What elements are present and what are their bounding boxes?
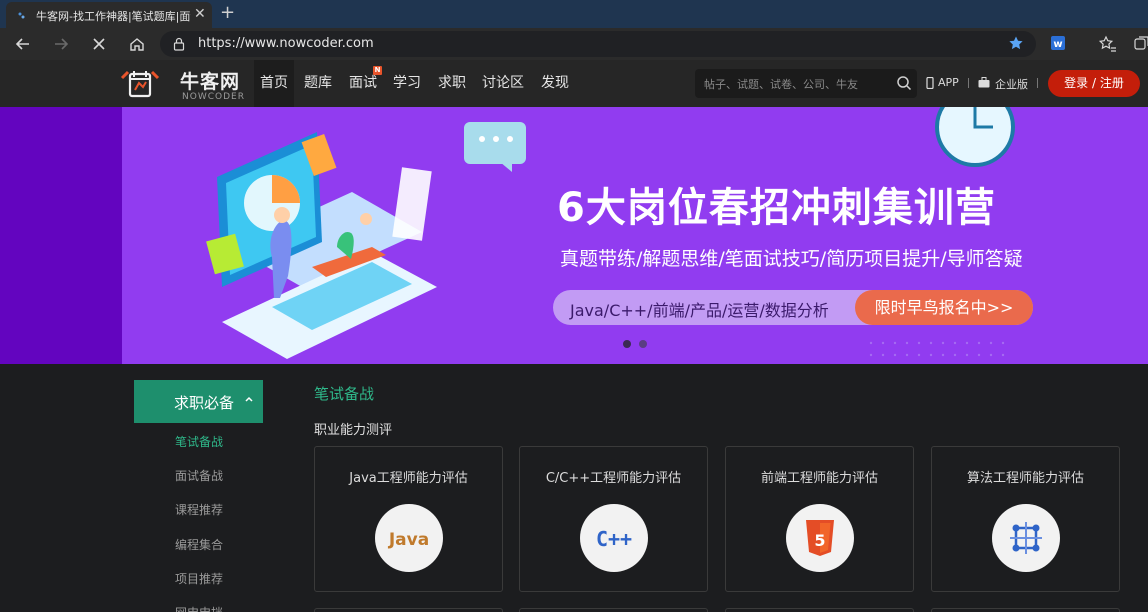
browser-toolbar: https://www.nowcoder.com w	[0, 28, 1148, 60]
nav-question-bank[interactable]: 题库	[304, 72, 332, 92]
site-header: 牛客网 NOWCODER 首页 题库 面试 学习 求职 讨论区 发现 帖子、试题…	[0, 60, 1148, 107]
login-register-button[interactable]: 登录 / 注册	[1048, 70, 1140, 97]
new-tab-icon[interactable]: +	[220, 3, 235, 23]
banner-signup-button[interactable]: 限时早鸟报名中>>	[855, 290, 1033, 325]
assessment-card-partial[interactable]	[519, 608, 708, 612]
card-title: 前端工程师能力评估	[760, 471, 878, 486]
card-title: C/C++工程师能力评估	[545, 471, 682, 486]
promo-banner[interactable]: 6大岗位春招冲刺集训营 真题带练/解题思维/笔面试技巧/简历项目提升/导师答疑 …	[122, 107, 1148, 364]
lock-icon[interactable]	[172, 37, 186, 51]
java-icon-text: Java	[388, 530, 429, 550]
favicon-icon	[18, 12, 25, 19]
close-tab-icon[interactable]: ✕	[194, 6, 206, 22]
banner-tracks: Java/C++/前端/产品/运营/数据分析	[570, 301, 829, 320]
stop-loading-icon[interactable]	[89, 34, 109, 54]
card-title: 算法工程师能力评估	[966, 471, 1084, 486]
html5-icon-text: 5	[814, 531, 825, 550]
sidebar-item-coding[interactable]: 编程集合	[175, 536, 223, 553]
sidebar-section-header[interactable]: 求职必备	[134, 380, 263, 423]
algorithm-icon	[992, 504, 1060, 572]
banner-cta[interactable]: Java/C++/前端/产品/运营/数据分析 限时早鸟报名中>>	[553, 290, 1033, 325]
nav-learning[interactable]: 学习	[393, 72, 421, 92]
sidebar-item-courses[interactable]: 课程推荐	[175, 501, 223, 518]
assessment-card-cpp[interactable]: C/C++工程师能力评估 C++	[519, 446, 708, 592]
url-text: https://www.nowcoder.com	[198, 36, 374, 51]
assessment-card-partial[interactable]	[725, 608, 914, 612]
sidebar-item-application[interactable]: 网申申挡	[175, 604, 223, 612]
briefcase-icon	[978, 77, 990, 88]
favorite-star-icon[interactable]	[1008, 35, 1024, 51]
address-bar[interactable]: https://www.nowcoder.com	[160, 31, 1036, 57]
logo-text: 牛客网	[180, 71, 241, 93]
java-icon: Java	[375, 504, 443, 572]
header-divider	[968, 78, 969, 88]
sidebar-title: 求职必备	[174, 394, 235, 412]
forward-icon[interactable]	[51, 34, 71, 54]
sidebar-item-written-test[interactable]: 笔试备战	[175, 433, 223, 450]
assessment-card-partial[interactable]	[931, 608, 1120, 612]
nav-new-badge: N	[373, 66, 382, 75]
assessment-card-frontend[interactable]: 前端工程师能力评估 5	[725, 446, 914, 592]
assessment-card-java[interactable]: Java工程师能力评估 Java	[314, 446, 503, 592]
enterprise-link[interactable]: 企业版	[995, 76, 1028, 92]
tab-title: 牛客网-找工作神器|笔试题库|面试	[36, 10, 191, 23]
svg-text:w: w	[1053, 39, 1062, 50]
site-logo[interactable]: 牛客网 NOWCODER	[120, 64, 250, 104]
banner-illustration	[206, 122, 526, 359]
section-title: 笔试备战	[314, 385, 375, 403]
search-placeholder: 帖子、试题、试卷、公司、牛友	[704, 78, 858, 91]
section-subtitle: 职业能力测评	[314, 423, 393, 438]
favorites-icon[interactable]	[1097, 34, 1117, 54]
app-link[interactable]: APP	[938, 76, 959, 89]
cpp-icon: C++	[580, 504, 648, 572]
html5-icon: 5	[786, 504, 854, 572]
banner-title: 6大岗位春招冲刺集训营	[557, 185, 996, 231]
home-icon[interactable]	[127, 34, 147, 54]
assessment-card-algorithm[interactable]: 算法工程师能力评估	[931, 446, 1120, 592]
logo-subtext: NOWCODER	[182, 92, 245, 102]
chevron-up-icon[interactable]	[244, 394, 254, 404]
browser-tab-strip: 牛客网-找工作神器|笔试题库|面试 ✕ +	[0, 0, 1148, 28]
nav-jobs[interactable]: 求职	[438, 72, 466, 92]
phone-icon	[926, 77, 934, 89]
nav-discussion[interactable]: 讨论区	[482, 72, 524, 92]
site-search[interactable]: 帖子、试题、试卷、公司、牛友	[695, 69, 917, 98]
nowcoder-logo-icon	[120, 70, 160, 98]
card-title: Java工程师能力评估	[349, 471, 468, 486]
browser-tab[interactable]: 牛客网-找工作神器|笔试题库|面试 ✕	[6, 2, 212, 28]
cpp-icon-text: C++	[596, 527, 632, 551]
carousel-dot-2[interactable]	[639, 340, 647, 348]
nav-discover[interactable]: 发现	[541, 72, 569, 92]
carousel-dot-1[interactable]	[623, 340, 631, 348]
nav-home[interactable]: 首页	[254, 60, 294, 107]
back-icon[interactable]	[13, 34, 33, 54]
header-divider	[1037, 78, 1038, 88]
nav-interview[interactable]: 面试	[349, 72, 377, 92]
banner-subtitle: 真题带练/解题思维/笔面试技巧/简历项目提升/导师答疑	[560, 248, 1023, 270]
sidebar-item-projects[interactable]: 项目推荐	[175, 570, 223, 587]
dot-grid-decoration	[869, 341, 1005, 357]
sidebar-item-interview[interactable]: 面试备战	[175, 467, 223, 484]
assessment-card-partial[interactable]	[314, 608, 503, 612]
search-icon[interactable]	[896, 75, 912, 91]
clock-icon	[935, 107, 1015, 167]
collections-icon[interactable]	[1132, 34, 1148, 54]
word-extension-icon[interactable]: w	[1050, 35, 1066, 51]
screen: 牛客网-找工作神器|笔试题库|面试 ✕ + https://www.nowcod…	[0, 0, 1148, 612]
